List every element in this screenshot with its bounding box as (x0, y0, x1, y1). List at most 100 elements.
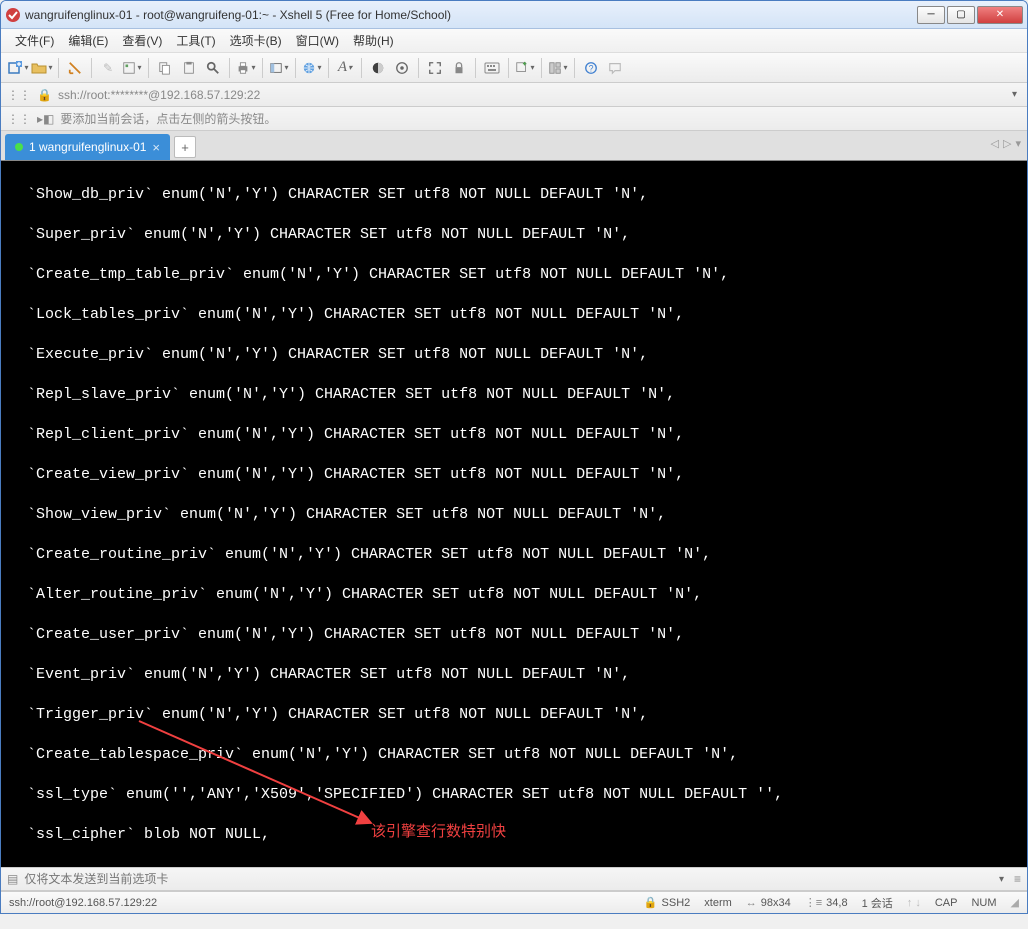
tab-close-icon[interactable]: × (152, 140, 160, 155)
status-pos: ⋮≡34,8 (805, 896, 848, 909)
separator (148, 58, 149, 78)
separator (295, 58, 296, 78)
toolbar: ▾ ▾ ✎ ▾ ▾ ▾ ▾ A▾ ▾ ▾ ? (1, 53, 1027, 83)
find-button[interactable] (202, 57, 224, 79)
status-size: ↔98x34 (746, 897, 791, 909)
svg-text:?: ? (589, 63, 594, 73)
status-term: xterm (704, 897, 732, 909)
open-button[interactable]: ▾ (31, 57, 53, 79)
terminal-line: `ssl_cipher` blob NOT NULL, (9, 825, 1019, 845)
separator (328, 58, 329, 78)
titlebar[interactable]: wangruifenglinux-01 - root@wangruifeng-0… (1, 1, 1027, 29)
new-window-button[interactable]: ▾ (514, 57, 536, 79)
fullscreen-button[interactable] (424, 57, 446, 79)
tab-list-icon[interactable]: ▾ (1015, 137, 1021, 150)
new-session-button[interactable]: ▾ (7, 57, 29, 79)
terminal-line: `Show_db_priv` enum('N','Y') CHARACTER S… (9, 185, 1019, 205)
status-dot-icon (15, 143, 23, 151)
terminal-line: `Create_tmp_table_priv` enum('N','Y') CH… (9, 265, 1019, 285)
window-title: wangruifenglinux-01 - root@wangruifeng-0… (25, 8, 917, 22)
terminal-line: `Create_tablespace_priv` enum('N','Y') C… (9, 745, 1019, 765)
terminal-line: `ssl_type` enum('','ANY','X509','SPECIFI… (9, 785, 1019, 805)
menubar: 文件(F) 编辑(E) 查看(V) 工具(T) 选项卡(B) 窗口(W) 帮助(… (1, 29, 1027, 53)
separator (262, 58, 263, 78)
terminal-line: `Super_priv` enum('N','Y') CHARACTER SET… (9, 225, 1019, 245)
send-menu-icon[interactable]: ≡ (1014, 872, 1021, 886)
menu-view[interactable]: 查看(V) (116, 30, 168, 51)
status-connection: ssh://root@192.168.57.129:22 (9, 897, 630, 909)
resize-grip-icon[interactable]: ◢ (1011, 896, 1019, 909)
separator (574, 58, 575, 78)
status-ssh: 🔒SSH2 (644, 896, 690, 909)
tabbar: 1 wangruifenglinux-01 × + ◁ ▷ ▾ (1, 131, 1027, 161)
addressbar: ⋮⋮ 🔒 ssh://root:********@192.168.57.129:… (1, 83, 1027, 107)
terminal-line: `x509_issuer` blob NOT NULL, (9, 865, 1019, 867)
app-window: wangruifenglinux-01 - root@wangruifeng-0… (0, 0, 1028, 914)
paste-button[interactable] (178, 57, 200, 79)
chat-button[interactable] (604, 57, 626, 79)
reconnect-button[interactable] (64, 57, 86, 79)
view-button[interactable]: ▾ (268, 57, 290, 79)
status-num: NUM (971, 897, 996, 909)
add-session-icon[interactable]: ▸◧ (37, 112, 54, 126)
terminal-line: `Lock_tables_priv` enum('N','Y') CHARACT… (9, 305, 1019, 325)
terminal-line: `Create_user_priv` enum('N','Y') CHARACT… (9, 625, 1019, 645)
layout-button[interactable]: ▾ (547, 57, 569, 79)
menu-edit[interactable]: 编辑(E) (62, 30, 114, 51)
copy-button[interactable] (154, 57, 176, 79)
status-updown: ↑ ↓ (907, 897, 921, 909)
hint-text: 要添加当前会话，点击左侧的箭头按钮。 (60, 110, 276, 127)
menu-tabs[interactable]: 选项卡(B) (224, 30, 288, 51)
menu-file[interactable]: 文件(F) (9, 30, 60, 51)
annotation-text: 该引擎查行数特别快 (371, 823, 506, 843)
properties-button[interactable]: ▾ (121, 57, 143, 79)
tab-prev-icon[interactable]: ◁ (991, 137, 999, 150)
terminal[interactable]: `Show_db_priv` enum('N','Y') CHARACTER S… (1, 161, 1027, 867)
help-button[interactable]: ? (580, 57, 602, 79)
status-sessions: 1 会话 (862, 895, 893, 911)
lock-icon: 🔒 (37, 88, 52, 102)
terminal-line: `Alter_routine_priv` enum('N','Y') CHARA… (9, 585, 1019, 605)
address-dropdown[interactable]: ▾ (1008, 89, 1021, 100)
color-scheme-button[interactable] (367, 57, 389, 79)
session-tab[interactable]: 1 wangruifenglinux-01 × (5, 134, 170, 160)
send-icon[interactable]: ▤ (7, 872, 18, 886)
tab-label: 1 wangruifenglinux-01 (29, 140, 146, 154)
address-text[interactable]: ssh://root:********@192.168.57.129:22 (58, 88, 1002, 102)
terminal-line: `Show_view_priv` enum('N','Y') CHARACTER… (9, 505, 1019, 525)
size-icon: ↔ (746, 897, 757, 909)
tab-next-icon[interactable]: ▷ (1003, 137, 1011, 150)
send-dropdown[interactable]: ▾ (995, 874, 1008, 885)
separator (361, 58, 362, 78)
web-button[interactable]: ▾ (301, 57, 323, 79)
terminal-line: `Execute_priv` enum('N','Y') CHARACTER S… (9, 345, 1019, 365)
encoding-button[interactable] (391, 57, 413, 79)
separator (508, 58, 509, 78)
print-button[interactable]: ▾ (235, 57, 257, 79)
add-tab-button[interactable]: + (174, 136, 196, 158)
separator (229, 58, 230, 78)
disconnect-button[interactable]: ✎ (97, 57, 119, 79)
send-input[interactable] (24, 870, 989, 888)
keyboard-button[interactable] (481, 57, 503, 79)
terminal-line: `Repl_slave_priv` enum('N','Y') CHARACTE… (9, 385, 1019, 405)
terminal-line: `Trigger_priv` enum('N','Y') CHARACTER S… (9, 705, 1019, 725)
lock-button[interactable] (448, 57, 470, 79)
terminal-line: `Create_view_priv` enum('N','Y') CHARACT… (9, 465, 1019, 485)
menu-help[interactable]: 帮助(H) (347, 30, 400, 51)
menu-window[interactable]: 窗口(W) (290, 30, 345, 51)
sendbar: ▤ ▾ ≡ (1, 867, 1027, 891)
tab-nav: ◁ ▷ ▾ (991, 137, 1021, 150)
font-button[interactable]: A▾ (334, 57, 356, 79)
separator (418, 58, 419, 78)
menu-tools[interactable]: 工具(T) (170, 30, 221, 51)
maximize-button[interactable]: ▢ (947, 6, 975, 24)
separator (91, 58, 92, 78)
app-icon (5, 7, 21, 23)
hintbar: ⋮⋮ ▸◧ 要添加当前会话，点击左侧的箭头按钮。 (1, 107, 1027, 131)
close-button[interactable]: ✕ (977, 6, 1023, 24)
lock-icon: 🔒 (644, 896, 658, 909)
separator (541, 58, 542, 78)
terminal-line: `Create_routine_priv` enum('N','Y') CHAR… (9, 545, 1019, 565)
minimize-button[interactable]: ─ (917, 6, 945, 24)
